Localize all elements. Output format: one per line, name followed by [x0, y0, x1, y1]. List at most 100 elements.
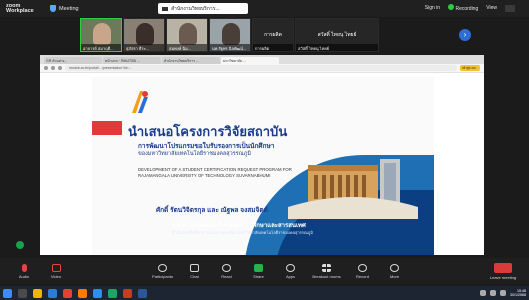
view-button[interactable]: View — [486, 5, 497, 11]
browser-tab-bar: GR ตัวอย่าง... หน้าแรก · RMUTSB ... สำนั… — [40, 55, 484, 64]
more-icon — [390, 263, 399, 272]
word-icon[interactable] — [138, 288, 147, 298]
meeting-toolbar: Audio Video Participants Chat React Shar… — [0, 258, 529, 284]
layout-icon[interactable] — [505, 4, 515, 12]
participant-tile[interactable]: สุภัสรา ธีระ... — [123, 18, 165, 52]
participant-display-name: การผลิต — [264, 32, 282, 38]
share-button[interactable]: Share — [243, 259, 275, 283]
meeting-top-bar: zoom Workplace Meeting สำนักงานวิทยบริกา… — [0, 0, 529, 17]
slide-authors: ศักดิ์ รัตนวิจิตรกุล และ ณัฐพล จงสมจิตต์ — [156, 207, 268, 214]
participant-video — [222, 23, 240, 45]
participant-tile[interactable]: สมพงษ์ ฉิม... — [166, 18, 208, 52]
back-icon[interactable] — [44, 66, 48, 70]
apps-button[interactable]: Apps — [275, 259, 307, 283]
zoom-icon[interactable] — [93, 288, 102, 298]
chat-button[interactable]: Chat — [179, 259, 211, 283]
react-button[interactable]: React — [211, 259, 243, 283]
excel-icon[interactable] — [108, 288, 117, 298]
record-icon — [358, 263, 367, 272]
breakout-rooms-button[interactable]: Breakout rooms — [307, 259, 347, 283]
participant-video — [93, 23, 111, 45]
tray-icon[interactable] — [480, 290, 486, 296]
participant-name: สุภัสรา ธีระ... — [124, 44, 164, 51]
audio-button[interactable]: Audio — [8, 259, 40, 283]
slide-subtitle-2: ของมหาวิทยาลัยเทคโนโลยีราชมงคลสุวรรณภูมิ — [138, 151, 251, 157]
slide-department-sub: สำนักส่งเสริมวิชาการและงานทะเบียน มหาวิท… — [172, 230, 313, 235]
video-button[interactable]: Video — [40, 259, 72, 283]
extension-button[interactable]: เข้าสู่ระบบ — [460, 65, 480, 71]
floating-status-icon[interactable] — [16, 241, 24, 249]
browser-tab[interactable]: สำนักงานวิทยบริการ ... — [162, 57, 220, 64]
leave-label: Leave meeting — [489, 274, 517, 280]
windows-taskbar: 15:48 30/1/2568 — [0, 286, 529, 300]
slide-english-title: DEVELOPMENT OF A STUDENT CERTIFICATION R… — [138, 167, 292, 178]
camera-icon — [162, 6, 168, 11]
window-title: สำนักงานวิทยบริการ... — [171, 5, 220, 12]
sign-in-link[interactable]: Sign in — [425, 5, 440, 11]
firefox-icon[interactable] — [78, 288, 87, 298]
edge-icon[interactable] — [48, 288, 57, 298]
browser-tab-active[interactable]: มหาวิทยาลัย ... — [221, 57, 279, 64]
more-label: More — [389, 273, 400, 279]
chat-icon — [190, 263, 199, 272]
participants-label: Participants — [152, 273, 173, 279]
shared-screen: GR ตัวอย่าง... หน้าแรก · RMUTSB ... สำนั… — [40, 55, 484, 255]
participant-tile[interactable]: การผลิต การผลิต — [252, 18, 294, 52]
leave-meeting-button[interactable]: Leave meeting — [485, 259, 521, 283]
share-label: Share — [253, 273, 264, 279]
wifi-icon[interactable] — [490, 290, 496, 296]
app-brand: zoom Workplace — [6, 2, 34, 14]
chrome-icon[interactable] — [63, 288, 72, 298]
browser-tab[interactable]: GR ตัวอย่าง... — [44, 57, 102, 64]
shield-icon — [50, 5, 56, 12]
browser-tab[interactable]: หน้าแรก · RMUTSB ... — [103, 57, 161, 64]
campus-building-image — [288, 159, 418, 219]
video-off-icon — [51, 263, 61, 272]
participants-icon — [158, 263, 167, 272]
recording-indicator[interactable]: Recording — [448, 4, 478, 12]
clock[interactable]: 15:48 30/1/2568 — [510, 289, 526, 297]
meeting-info[interactable]: Meeting — [50, 5, 79, 12]
smiley-icon — [222, 263, 231, 272]
react-label: React — [221, 273, 232, 279]
apps-icon — [286, 263, 295, 272]
next-page-icon[interactable]: › — [459, 29, 471, 41]
record-label: Record — [356, 273, 369, 279]
record-button[interactable]: Record — [347, 259, 379, 283]
file-explorer-icon[interactable] — [33, 288, 42, 298]
participant-tile[interactable]: นพ.รัฐพร นิลพัฒน์... — [209, 18, 251, 52]
recording-label: Recording — [455, 6, 479, 12]
address-field[interactable]: rmutsb.ac.th/portal/.../presentation?id=… — [65, 65, 457, 71]
volume-icon[interactable] — [500, 290, 506, 296]
start-icon[interactable] — [3, 288, 12, 298]
microphone-muted-icon — [21, 263, 27, 272]
powerpoint-icon[interactable] — [123, 288, 132, 298]
participant-name: นพ.รัฐพร นิลพัฒน์... — [210, 44, 250, 51]
slide-accent-bar — [92, 121, 122, 135]
share-screen-icon — [254, 263, 263, 272]
participant-tile[interactable]: สวัสดิ์ ไทยนุ ไทยย์ สวัสดิ์ ไทยนุ ไทยย์ — [295, 18, 379, 52]
meeting-label: Meeting — [59, 5, 79, 12]
recording-dot-icon — [448, 4, 455, 10]
search-icon[interactable] — [18, 288, 27, 298]
participant-video — [179, 23, 197, 45]
reload-icon[interactable] — [58, 66, 62, 70]
zoom-window: zoom Workplace Meeting สำนักงานวิทยบริกา… — [0, 0, 529, 300]
participant-video — [136, 23, 154, 45]
top-right-controls: Sign in Recording View — [425, 4, 515, 12]
browser-url-bar: rmutsb.ac.th/portal/.../presentation?id=… — [40, 64, 484, 73]
participant-name: อาจารย์ สมาฤดี... — [81, 44, 121, 51]
chat-label: Chat — [190, 273, 199, 279]
slide-title: นำเสนอโครงการวิจัยสถาบัน — [128, 124, 288, 139]
participants-button[interactable]: Participants — [147, 259, 179, 283]
presentation-slide: นำเสนอโครงการวิจัยสถาบัน การพัฒนาโปรแกรม… — [92, 77, 434, 255]
more-button[interactable]: More — [379, 259, 411, 283]
breakout-label: Breakout rooms — [312, 273, 341, 279]
breakout-grid-icon — [322, 263, 331, 272]
university-logo-icon — [132, 91, 148, 113]
system-tray: 15:48 30/1/2568 — [480, 289, 526, 297]
forward-icon[interactable] — [51, 66, 55, 70]
window-title-pill[interactable]: สำนักงานวิทยบริการ... — [158, 3, 248, 14]
participant-tile[interactable]: อาจารย์ สมาฤดี... — [80, 18, 122, 52]
participant-name: การผลิต — [253, 44, 293, 51]
